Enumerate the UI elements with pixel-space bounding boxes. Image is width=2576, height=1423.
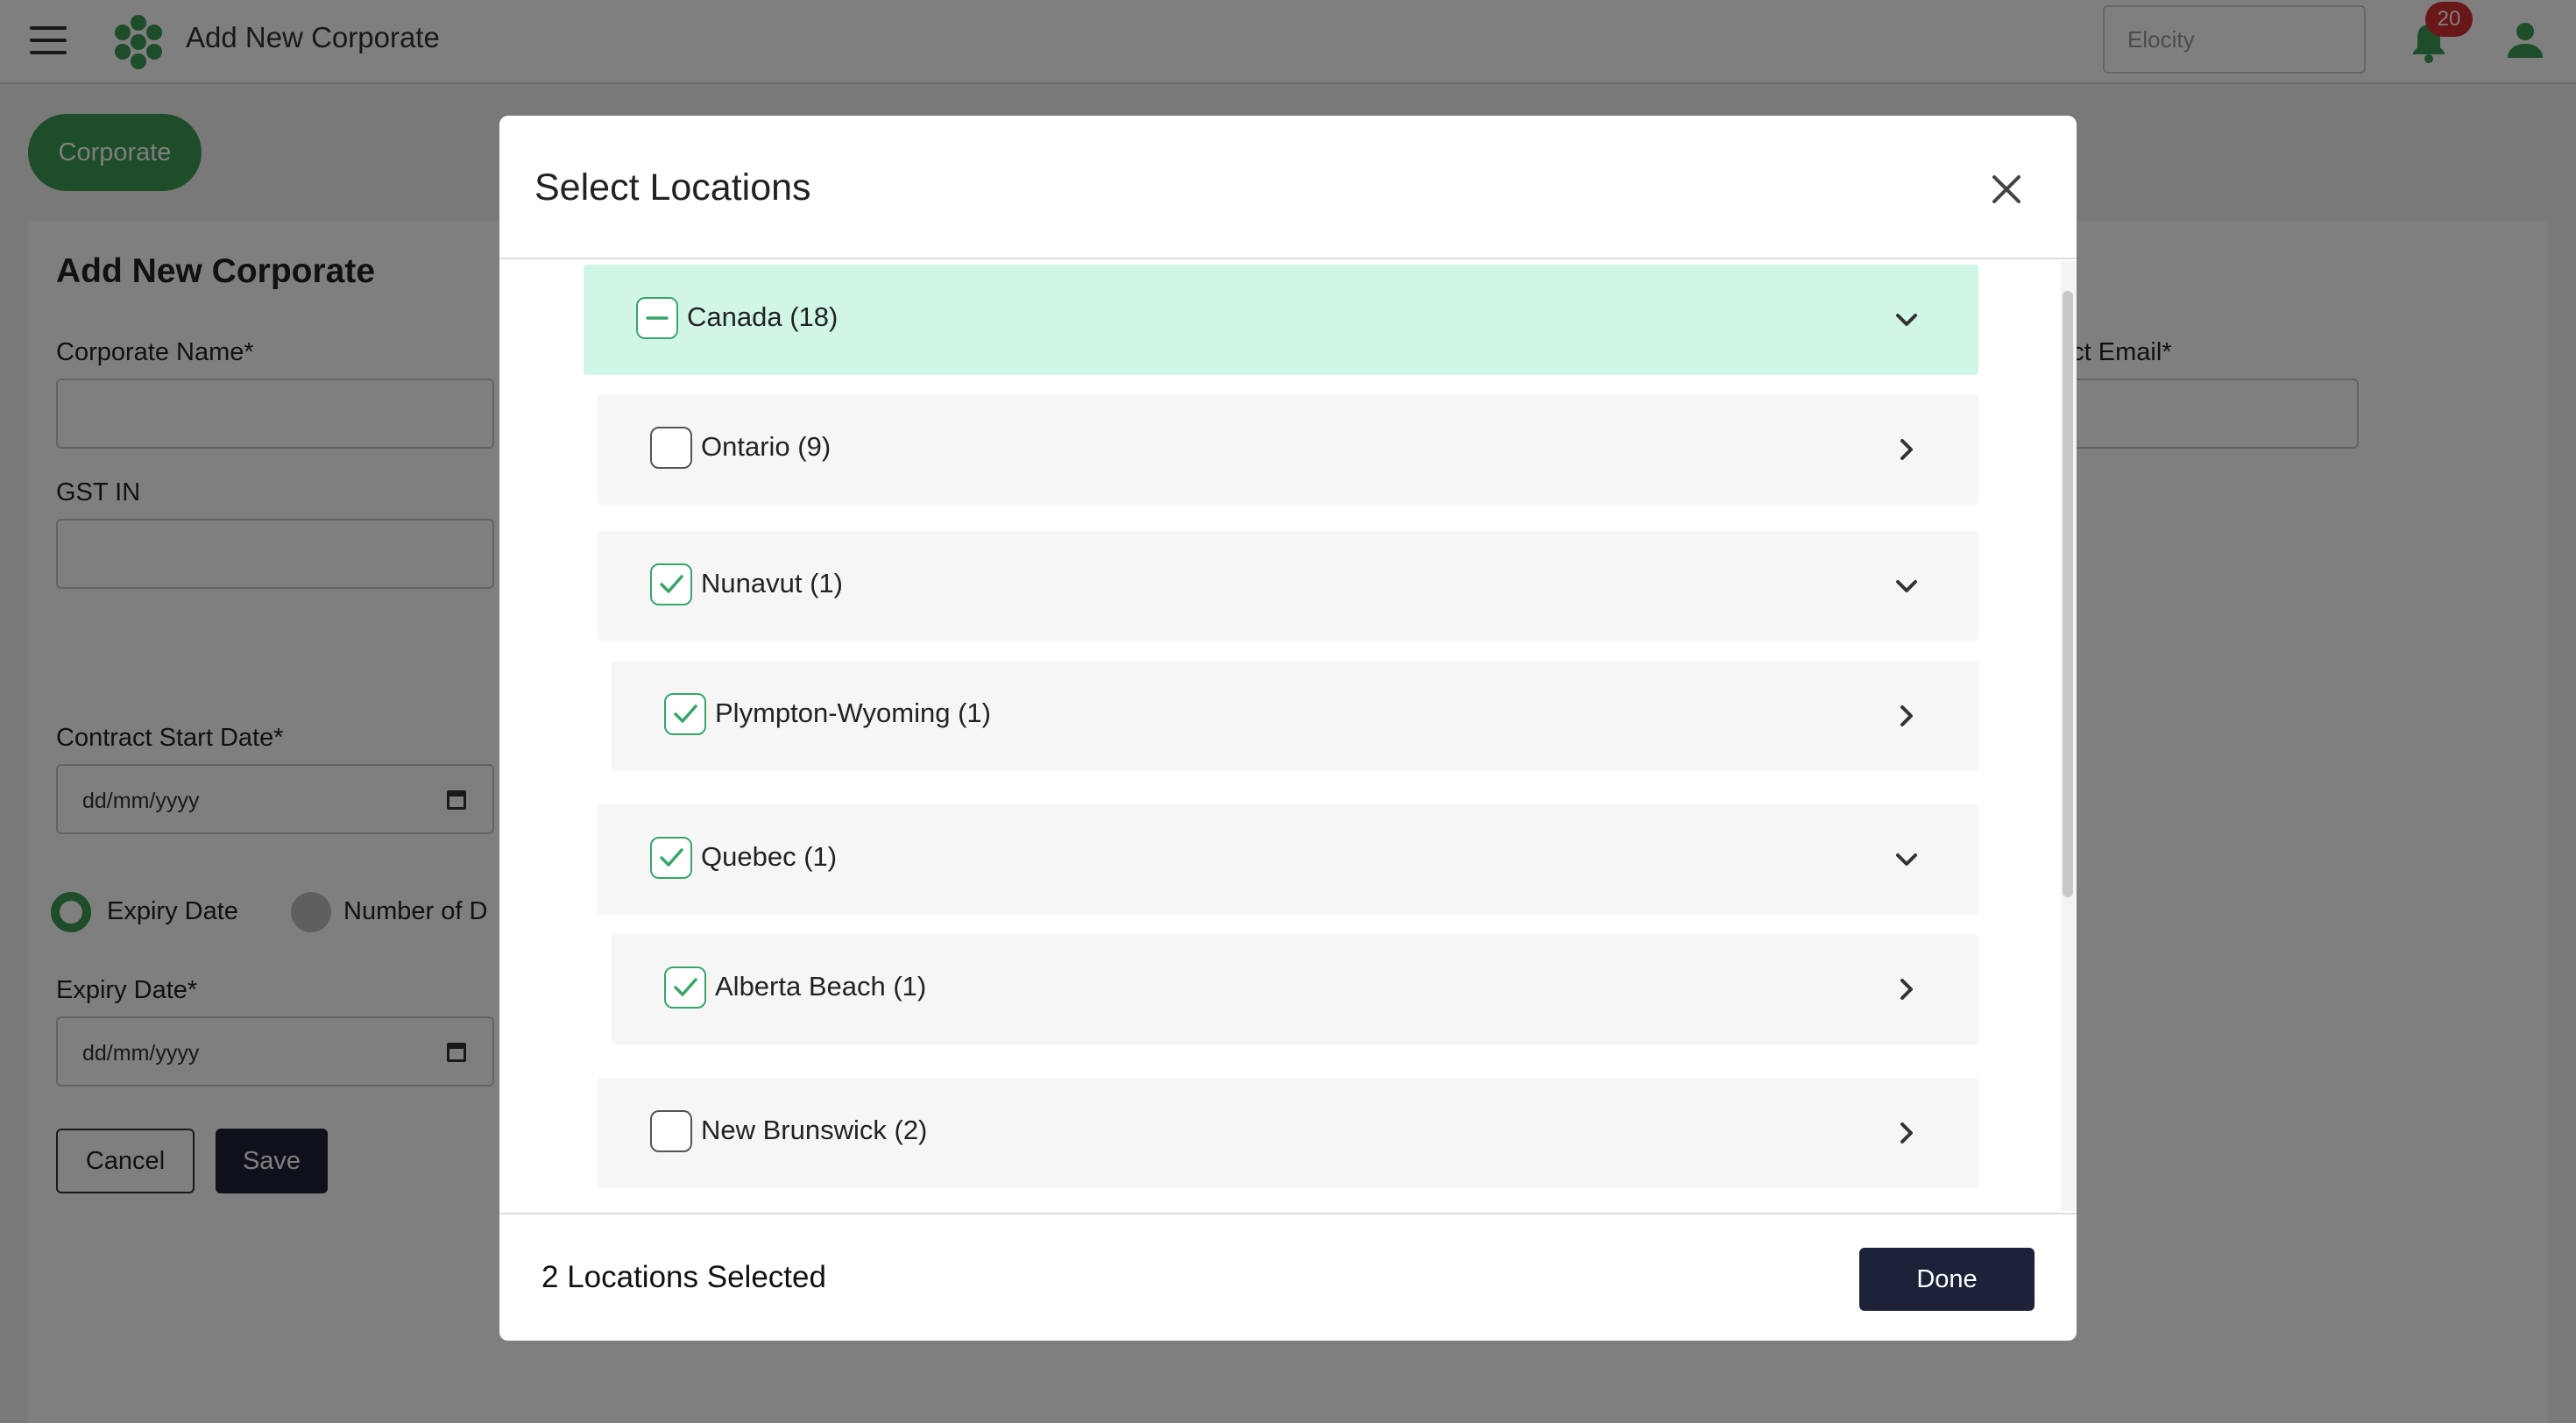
location-label: Quebec (1) — [701, 841, 838, 872]
chevron-right-icon[interactable] — [1889, 698, 1924, 733]
checkmark-icon — [660, 575, 683, 593]
close-icon[interactable] — [1982, 165, 2031, 214]
location-label: Canada (18) — [687, 301, 839, 332]
checkmark-icon — [660, 848, 683, 867]
scrollbar-thumb[interactable] — [2063, 291, 2073, 897]
location-label: Plympton-Wyoming (1) — [715, 697, 991, 728]
chevron-right-icon[interactable] — [1889, 972, 1924, 1007]
location-checkbox[interactable] — [650, 1110, 692, 1152]
location-tree-row[interactable]: Plympton-Wyoming (1) — [612, 661, 1978, 771]
location-label: New Brunswick (2) — [701, 1115, 928, 1145]
location-label: Nunavut (1) — [701, 568, 843, 598]
location-tree-row[interactable]: Alberta Beach (1) — [612, 934, 1978, 1044]
location-label: Alberta Beach (1) — [715, 971, 927, 1002]
location-tree-row[interactable]: Nunavut (1) — [598, 531, 1978, 641]
chevron-right-icon[interactable] — [1889, 432, 1924, 467]
location-checkbox[interactable] — [664, 693, 706, 735]
location-tree-row[interactable]: Ontario (9) — [598, 394, 1978, 505]
modal-title: Select Locations — [534, 166, 811, 209]
location-checkbox[interactable] — [636, 297, 678, 339]
location-tree: Canada (18) Ontario (9) Nunavut (1) Plympto… — [499, 261, 2077, 1211]
location-checkbox[interactable] — [664, 966, 706, 1009]
chevron-down-icon[interactable] — [1889, 569, 1924, 604]
location-tree-row[interactable]: Canada (18) — [584, 265, 1978, 375]
location-checkbox[interactable] — [650, 427, 692, 469]
checkmark-icon — [674, 978, 697, 996]
chevron-right-icon[interactable] — [1889, 1115, 1924, 1150]
location-tree-row[interactable]: New Brunswick (2) — [598, 1078, 1978, 1188]
location-tree-row[interactable]: Quebec (1) — [598, 804, 1978, 915]
done-button[interactable]: Done — [1859, 1248, 2035, 1311]
select-locations-modal: Select Locations Canada (18) Ontario (9) N… — [499, 116, 2077, 1341]
chevron-down-icon[interactable] — [1889, 842, 1924, 877]
selected-count-text: 2 Locations Selected — [541, 1260, 826, 1294]
modal-header: Select Locations — [499, 116, 2077, 259]
location-label: Ontario (9) — [701, 431, 832, 462]
checkmark-icon — [674, 704, 697, 723]
location-checkbox[interactable] — [650, 563, 692, 605]
chevron-down-icon[interactable] — [1889, 302, 1924, 337]
location-checkbox[interactable] — [650, 837, 692, 879]
partial-minus-icon — [646, 316, 669, 320]
modal-footer: 2 Locations Selected Done — [499, 1213, 2077, 1341]
